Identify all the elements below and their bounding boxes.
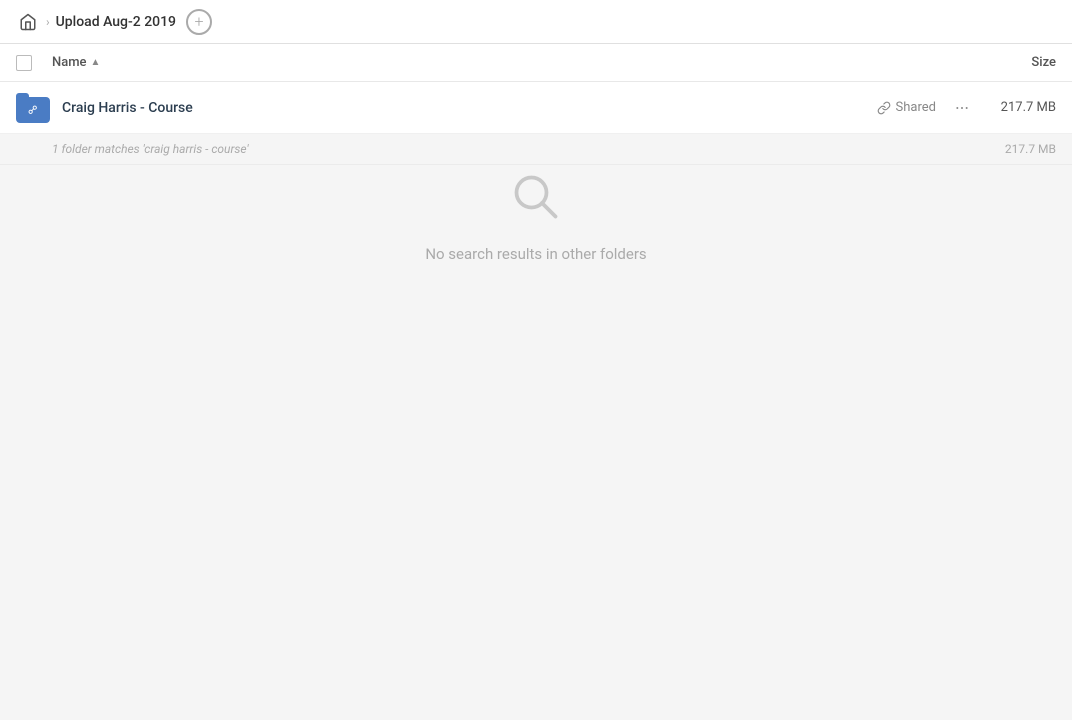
empty-state: No search results in other folders [0,165,1072,323]
summary-size: 217.7 MB [976,142,1056,156]
select-all-col [16,55,52,71]
name-column-header[interactable]: Name ▲ [52,55,976,70]
file-size: 217.7 MB [976,100,1056,115]
home-button[interactable] [16,10,40,34]
add-button[interactable]: + [186,9,212,35]
summary-row: 1 folder matches 'craig harris - course'… [0,134,1072,165]
shared-label: Shared [896,100,936,115]
content-area: ⚯ Craig Harris - Course Shared [0,82,1072,720]
file-actions: Shared [877,94,976,122]
folder-link-icon: ⚯ [16,93,50,123]
header: › Upload Aug-2 2019 + [0,0,1072,44]
file-name: Craig Harris - Course [52,100,877,116]
shared-badge: Shared [877,100,936,115]
link-icon: ⚯ [24,101,41,118]
size-column-header[interactable]: Size [976,55,1056,70]
folder-body: ⚯ [16,97,50,123]
sort-arrow-icon: ▲ [91,57,101,68]
breadcrumb-label: Upload Aug-2 2019 [56,14,176,30]
no-results-icon [504,165,568,229]
empty-state-message: No search results in other folders [425,245,646,263]
summary-text: 1 folder matches 'craig harris - course' [52,142,976,156]
file-icon-wrapper: ⚯ [16,93,52,123]
results-section: ⚯ Craig Harris - Course Shared [0,82,1072,165]
table-header: Name ▲ Size [0,44,1072,82]
table-row[interactable]: ⚯ Craig Harris - Course Shared [0,82,1072,134]
breadcrumb-arrow: › [46,15,50,29]
select-all-checkbox[interactable] [16,55,32,71]
app-container: › Upload Aug-2 2019 + Name ▲ Size ⚯ [0,0,1072,720]
link-badge-icon [877,101,891,115]
more-options-button[interactable] [948,94,976,122]
ellipsis-icon [954,100,970,116]
